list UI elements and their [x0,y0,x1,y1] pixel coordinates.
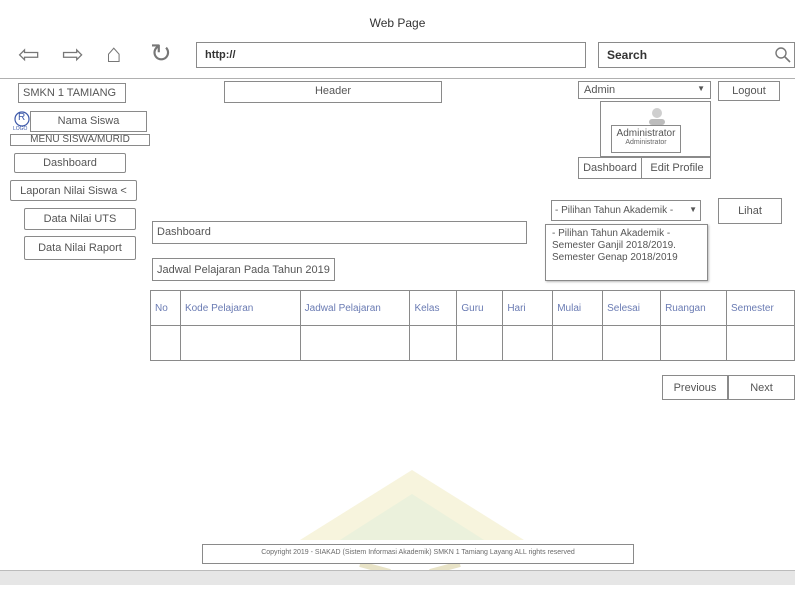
window-title: Web Page [369,16,426,30]
column-header: Semester [725,290,795,326]
profile-tabs: Dashboard Edit Profile [578,157,711,179]
tab-dashboard[interactable]: Dashboard [579,158,642,178]
header-label: Header [224,81,442,103]
table-cell [299,325,411,361]
table-cell [552,325,604,361]
logo-text: LOGO [13,126,28,132]
academic-year-dropdown: - Pilihan Tahun Akademik - Semester Ganj… [545,224,708,281]
table-cell [602,325,662,361]
sidebar-item-data-nilai-raport[interactable]: Data Nilai Raport [24,236,136,260]
chevron-down-icon: ▼ [689,205,697,214]
forward-arrow-icon[interactable]: ⇨ [62,41,84,67]
student-name: Nama Siswa [30,111,147,132]
column-header: Ruangan [660,290,727,326]
column-header: Kelas [409,290,458,326]
browser-status-bar [0,570,795,585]
table-cell [409,325,458,361]
profile-card: Administrator Administrator [600,101,711,157]
logo-letter: R [18,112,26,123]
lihat-button[interactable]: Lihat [718,198,782,224]
url-bar[interactable]: http:// [196,42,586,68]
home-icon[interactable]: ⌂ [106,40,122,66]
profile-name: Administrator [616,128,676,139]
schedule-title: Jadwal Pelajaran Pada Tahun 2019 [152,258,335,281]
dropdown-option[interactable]: - Pilihan Tahun Akademik - [552,228,701,240]
table-cell [502,325,554,361]
refresh-icon[interactable]: ↻ [150,40,172,66]
column-header: Jadwal Pelajaran [299,290,411,326]
school-name: SMKN 1 TAMIANG [18,83,126,103]
dropdown-option[interactable]: Semester Genap 2018/2019 [552,252,701,264]
chevron-down-icon: ▼ [697,84,705,93]
column-header: Hari [502,290,554,326]
browser-separator [0,78,795,79]
table-cell [725,325,795,361]
table-cell [150,325,181,361]
menu-title: MENU SISWA/MURID [10,134,150,146]
academic-year-select-value: - Pilihan Tahun Akademik - [555,205,674,216]
sidebar-item-data-nilai-uts[interactable]: Data Nilai UTS [24,208,136,230]
back-arrow-icon[interactable]: ⇦ [18,41,40,67]
avatar [647,107,667,125]
copyright-text: Copyright 2019 - SIAKAD (Sistem Informas… [202,544,634,564]
table-cell [179,325,301,361]
admin-select-value: Admin [584,84,616,96]
logout-button[interactable]: Logout [718,81,780,101]
table-row [150,325,795,361]
table-cell [456,325,504,361]
dropdown-option[interactable]: Semester Ganjil 2018/2019. [552,240,701,252]
table-header-row: No Kode Pelajaran Jadwal Pelajaran Kelas… [150,290,795,326]
previous-button[interactable]: Previous [662,375,728,400]
profile-role: Administrator [625,139,667,146]
table-cell [660,325,727,361]
column-header: No [150,290,181,326]
next-button[interactable]: Next [728,375,795,400]
schedule-table: No Kode Pelajaran Jadwal Pelajaran Kelas… [150,290,795,361]
column-header: Kode Pelajaran [179,290,301,326]
search-input[interactable]: Search [598,42,795,68]
watermark-logo [150,460,670,585]
logo-icon: R [14,111,30,127]
search-label: Search [607,48,648,62]
column-header: Mulai [552,290,604,326]
column-header: Selesai [602,290,662,326]
sidebar-item-laporan-nilai-siswa[interactable]: Laporan Nilai Siswa < [10,180,137,201]
academic-year-select[interactable]: - Pilihan Tahun Akademik - ▼ [551,200,701,221]
profile-name-box: Administrator Administrator [611,125,681,153]
admin-select[interactable]: Admin ▼ [578,81,711,99]
tab-edit-profile[interactable]: Edit Profile [643,158,711,178]
column-header: Guru [456,290,504,326]
search-icon[interactable] [774,46,792,64]
breadcrumb: Dashboard [152,221,527,244]
sidebar-item-dashboard[interactable]: Dashboard [14,153,126,173]
